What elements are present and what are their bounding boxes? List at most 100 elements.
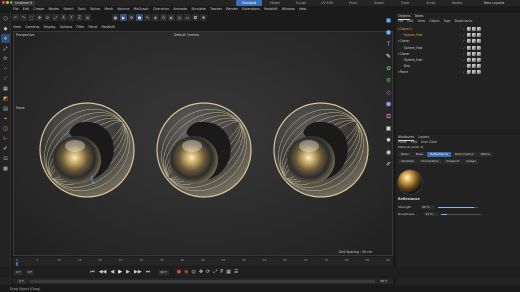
visibility-dots-icon[interactable]: ⁚ [460, 58, 461, 62]
keyframe-selection-icon[interactable]: ◎ [191, 269, 195, 275]
material-tag-icon[interactable] [472, 64, 477, 69]
viewport-menu-item[interactable]: Filter [76, 24, 84, 30]
object-name[interactable]: Cloner.2 [400, 27, 460, 31]
go-to-start-icon[interactable]: ⏮ [90, 269, 95, 275]
current-frame-field[interactable]: 0 F [14, 269, 23, 275]
param-slider[interactable] [441, 213, 482, 215]
visibility-dots-icon[interactable]: ⁚ [460, 64, 461, 68]
cube-icon[interactable]: ◼ [384, 16, 393, 25]
z-axis-icon[interactable]: Z [76, 13, 83, 21]
pen-icon[interactable]: ✎ [144, 13, 151, 21]
record-icon[interactable]: ● [177, 269, 181, 275]
menu-item[interactable]: Select [63, 7, 73, 12]
deformer-icon[interactable]: ◐ [168, 13, 175, 21]
end-frame-field[interactable]: 90 F [158, 269, 169, 275]
key-position-icon[interactable]: ✥ [199, 269, 203, 275]
material-tag-icon[interactable] [467, 58, 472, 63]
redo-icon[interactable]: ↷ [20, 13, 27, 21]
undo-icon[interactable]: ↶ [12, 13, 19, 21]
key-rotation-icon[interactable]: ⟳ [206, 269, 210, 275]
menu-item[interactable]: Volume [117, 7, 129, 12]
layout-tab[interactable]: Model [262, 0, 288, 6]
menu-item[interactable]: Spline [90, 7, 100, 12]
menu-item[interactable]: Tracker [210, 7, 222, 12]
menu-item[interactable]: Animate [173, 7, 187, 12]
render-active-icon[interactable]: ▶ [120, 13, 127, 21]
effector-icon[interactable]: ⧉ [384, 112, 393, 121]
layout-tab[interactable]: Standard [236, 0, 262, 6]
object-name[interactable]: Cloner [400, 39, 460, 43]
visibility-dots-icon[interactable]: ⁚ [460, 27, 461, 31]
material-tag-icon[interactable] [467, 27, 472, 32]
attribute-subtab[interactable]: Assign [463, 159, 480, 164]
viewport-menu-item[interactable]: Display [43, 24, 55, 30]
viewport-menu-item[interactable]: Redshift [101, 24, 114, 30]
enabled-check-icon[interactable]: ✓ [463, 27, 466, 31]
sphere-left[interactable] [28, 92, 146, 207]
points-mode-icon[interactable]: ⁘ [1, 64, 10, 73]
material-tag-icon[interactable] [477, 39, 482, 44]
mograph-icon[interactable]: ⚙ [384, 76, 393, 85]
menu-item[interactable]: Help [299, 7, 307, 12]
layout-tab[interactable]: Nodes [444, 0, 470, 6]
material-tag-icon[interactable] [472, 33, 477, 38]
enabled-check-icon[interactable]: ✓ [463, 46, 466, 50]
visibility-dots-icon[interactable]: ⁚ [460, 70, 461, 74]
edges-mode-icon[interactable]: ⟋ [1, 74, 10, 83]
light-icon[interactable]: ✹ [200, 13, 207, 21]
object-name[interactable]: Sphere_Fast [404, 46, 460, 50]
menu-item[interactable]: File [13, 7, 19, 12]
menu-item[interactable]: Tools [78, 7, 86, 12]
range-slider[interactable] [29, 279, 375, 283]
menu-item[interactable]: Create [33, 7, 44, 12]
material-tag-icon[interactable] [467, 39, 472, 44]
brush-icon[interactable]: ✐ [1, 144, 10, 153]
visibility-dots-icon[interactable]: ⁚ [460, 39, 461, 43]
field-panel-icon[interactable]: ⬢ [384, 100, 393, 109]
y-axis-icon[interactable]: Y [68, 13, 75, 21]
attributes-menu-item[interactable]: User Data [421, 140, 437, 145]
objects-menu-item[interactable]: Tags [444, 19, 451, 24]
attribute-subtab[interactable]: Patina [477, 152, 493, 157]
camera-icon[interactable]: ◘ [192, 13, 199, 21]
render-settings-icon[interactable]: ⚙ [128, 13, 135, 21]
axis-mode-icon[interactable]: ⊢ [1, 134, 10, 143]
cloner-icon[interactable]: ⁂ [160, 13, 167, 21]
object-name[interactable]: Sphere_Fast [404, 33, 460, 37]
render-view-icon[interactable]: ▣ [112, 13, 119, 21]
scale-icon[interactable]: ⤢ [52, 13, 59, 21]
tag-icon[interactable]: ◉ [384, 148, 393, 157]
key-pla-icon[interactable]: ▦ [226, 269, 231, 275]
viewport[interactable]: Perspective Default Camera Move Grid Spa… [13, 31, 393, 256]
timeline-menu-icon[interactable]: ☰ [234, 269, 238, 275]
cube-primitive-icon[interactable]: ◼ [136, 13, 143, 21]
autokey-icon[interactable]: ◉ [184, 269, 188, 275]
objects-menu-item[interactable]: Bookmarks [455, 19, 473, 24]
objects-menu-item[interactable]: Edit [407, 19, 413, 24]
go-to-end-icon[interactable]: ⏭ [146, 269, 151, 275]
polygons-mode-icon[interactable]: ▦ [1, 84, 10, 93]
menu-item[interactable]: Simulate [191, 7, 206, 12]
new-layouts-menu[interactable]: New Layouts [484, 0, 504, 6]
workplane-icon[interactable]: ◫ [1, 124, 10, 133]
material-tag-icon[interactable] [472, 51, 477, 56]
menu-item[interactable]: Extensions [242, 7, 260, 12]
viewport-menu-item[interactable]: Cameras [25, 24, 40, 30]
objects-menu-item[interactable]: View [418, 19, 426, 24]
menu-item[interactable]: Mesh [104, 7, 113, 12]
move-tool-icon[interactable]: ✥ [1, 34, 10, 43]
material-tag-icon[interactable] [477, 27, 482, 32]
play-icon[interactable]: ▶ [118, 269, 122, 275]
x-axis-icon[interactable]: X [60, 13, 67, 21]
step-back-icon[interactable]: ◀ [110, 269, 114, 275]
material-tag-icon[interactable] [467, 33, 472, 38]
objects-menu-item[interactable]: File [398, 19, 403, 24]
object-name[interactable]: Disc [404, 64, 460, 68]
key-param-icon[interactable]: P [220, 269, 223, 275]
sphere-right[interactable] [262, 92, 380, 207]
playhead[interactable] [16, 262, 18, 266]
material-tag-icon[interactable] [477, 70, 482, 75]
spline-icon[interactable]: ✎ [384, 52, 393, 61]
text-icon[interactable]: T [384, 40, 393, 49]
uv-mode-icon[interactable]: ◩ [1, 94, 10, 103]
